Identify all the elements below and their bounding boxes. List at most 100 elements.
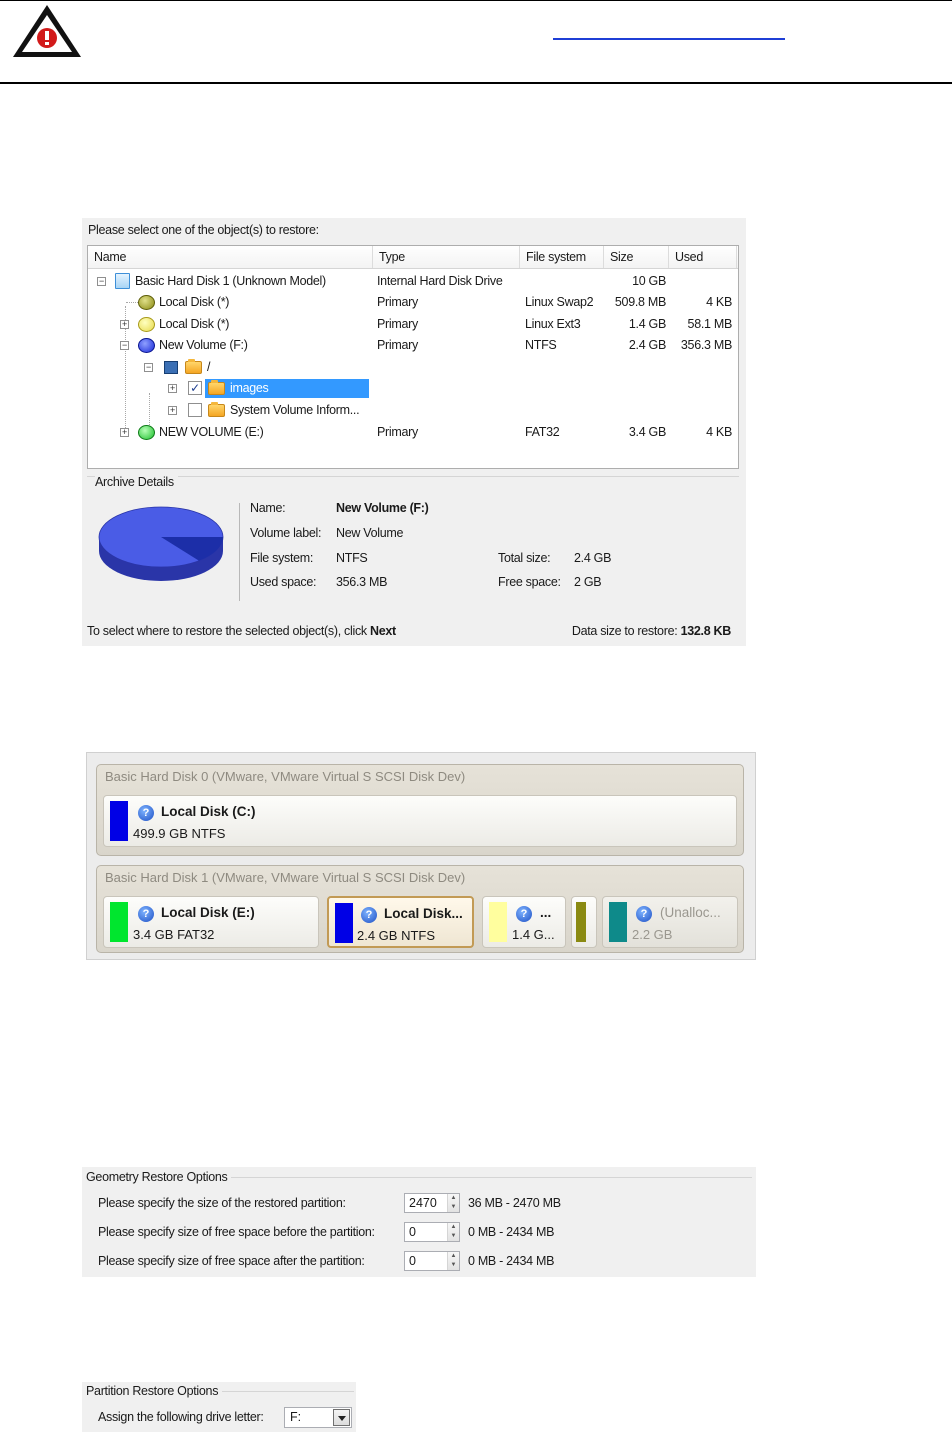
free-after-label: Please specify size of free space after … <box>98 1254 365 1268</box>
column-name[interactable]: Name <box>88 246 373 268</box>
partition-color-bar <box>609 902 627 942</box>
expand-toggle[interactable]: + <box>120 428 129 437</box>
spin-arrows-icon[interactable]: ▲ ▼ <box>447 1252 459 1270</box>
row-size: 509.8 MB <box>614 295 666 309</box>
hyperlink-underline[interactable] <box>553 38 785 40</box>
file-system-value: NTFS <box>336 551 368 565</box>
name-value: New Volume (F:) <box>336 501 429 515</box>
disk-0-group: Basic Hard Disk 0 (VMware, VMware Virtua… <box>96 764 744 856</box>
spin-arrows-icon[interactable]: ▲ ▼ <box>447 1194 459 1212</box>
fat32-volume-icon <box>138 425 155 440</box>
partition-tile-ext3[interactable]: ? ... 1.4 G... <box>482 896 566 948</box>
question-mark-icon: ? <box>636 906 652 922</box>
folder-icon <box>185 359 202 374</box>
partition-tile-ntfs-selected[interactable]: ? Local Disk... 2.4 GB NTFS <box>327 896 474 948</box>
collapse-toggle[interactable]: − <box>120 341 129 350</box>
free-before-value: 0 <box>409 1225 416 1239</box>
restored-size-stepper[interactable]: 2470 ▲ ▼ <box>404 1193 460 1213</box>
restore-prompt: Please select one of the object(s) to re… <box>88 223 319 237</box>
partition-tile-unallocated[interactable]: ? (Unalloc... 2.2 GB <box>602 896 738 948</box>
restored-size-value: 2470 <box>409 1196 437 1210</box>
row-size: 2.4 GB <box>628 338 666 352</box>
images-checkbox[interactable]: ✓ <box>188 381 202 395</box>
tree-row-new-volume-f[interactable]: − New Volume (F:) Primary NTFS 2.4 GB 35… <box>88 335 738 356</box>
row-type: Primary <box>377 295 418 309</box>
tree-row-basic-hard-disk-1[interactable]: − Basic Hard Disk 1 (Unknown Model) Inte… <box>88 271 738 292</box>
expand-toggle[interactable]: + <box>120 320 129 329</box>
tree-row-system-volume-information[interactable]: + System Volume Inform... <box>88 400 738 421</box>
volume-label-label: Volume label: <box>250 526 322 540</box>
row-used: 58.1 MB <box>687 317 733 331</box>
partition-details: 499.9 GB NTFS <box>133 826 226 841</box>
partition-tile-swap[interactable] <box>571 896 597 948</box>
tree-row-local-disk-swap[interactable]: Local Disk (*) Primary Linux Swap2 509.8… <box>88 292 738 313</box>
used-space-value: 356.3 MB <box>336 575 388 589</box>
partition-name: ... <box>540 905 552 920</box>
details-separator <box>239 503 240 601</box>
collapse-toggle[interactable]: − <box>144 363 153 372</box>
row-type: Primary <box>377 425 418 439</box>
drive-letter-select[interactable]: F: <box>284 1407 352 1428</box>
tree-row-new-volume-e[interactable]: + NEW VOLUME (E:) Primary FAT32 3.4 GB 4… <box>88 422 738 443</box>
partition-tile-e[interactable]: ? Local Disk (E:) 3.4 GB FAT32 <box>103 896 319 948</box>
drive-letter-label: Assign the following drive letter: <box>98 1410 264 1424</box>
spin-arrows-icon[interactable]: ▲ ▼ <box>447 1223 459 1241</box>
row-name: images <box>230 381 269 395</box>
row-used: 356.3 MB <box>680 338 732 352</box>
row-file-system: Linux Swap2 <box>525 295 594 309</box>
partition-details: 1.4 G... <box>512 927 555 942</box>
partition-name: Local Disk (E:) <box>161 905 255 920</box>
tree-row-root-folder[interactable]: − / <box>88 357 738 378</box>
system-volume-checkbox[interactable] <box>188 403 202 417</box>
row-used: 4 KB <box>706 425 732 439</box>
column-size[interactable]: Size <box>604 246 669 268</box>
footer-hint-next: Next <box>370 624 396 638</box>
row-file-system: Linux Ext3 <box>525 317 581 331</box>
ntfs-volume-icon <box>138 338 155 353</box>
row-type: Primary <box>377 317 418 331</box>
partition-checkbox-icon[interactable] <box>164 361 178 374</box>
expand-toggle[interactable]: + <box>168 384 177 393</box>
free-after-range: 0 MB - 2434 MB <box>468 1254 555 1268</box>
total-size-value: 2.4 GB <box>574 551 612 565</box>
partition-color-bar <box>110 902 128 942</box>
column-type[interactable]: Type <box>373 246 520 268</box>
expand-toggle[interactable]: + <box>168 406 177 415</box>
column-file-system[interactable]: File system <box>520 246 604 268</box>
top-rule <box>0 0 952 1</box>
row-name: / <box>207 360 211 374</box>
free-before-range: 0 MB - 2434 MB <box>468 1225 555 1239</box>
question-mark-icon: ? <box>516 906 532 922</box>
free-before-label: Please specify size of free space before… <box>98 1225 375 1239</box>
geometry-options-title: Geometry Restore Options <box>86 1170 232 1184</box>
row-name: Basic Hard Disk 1 (Unknown Model) <box>135 274 326 288</box>
footer-hint: To select where to restore the selected … <box>87 624 371 638</box>
partition-color-bar <box>489 902 507 942</box>
free-before-stepper[interactable]: 0 ▲ ▼ <box>404 1222 460 1242</box>
hard-disk-icon <box>115 273 130 289</box>
partition-color-bar <box>335 903 353 943</box>
partition-name: (Unalloc... <box>660 905 721 920</box>
partition-name: Local Disk (C:) <box>161 804 256 819</box>
row-file-system: NTFS <box>525 338 557 352</box>
drive-letter-value: F: <box>290 1410 302 1424</box>
tree-row-local-disk-ext3[interactable]: + Local Disk (*) Primary Linux Ext3 1.4 … <box>88 314 738 335</box>
partition-details: 2.2 GB <box>632 927 673 942</box>
collapse-toggle[interactable]: − <box>97 277 106 286</box>
data-size-label: Data size to restore: <box>571 624 681 638</box>
partition-tile-c[interactable]: ? Local Disk (C:) 499.9 GB NTFS <box>103 795 737 847</box>
name-label: Name: <box>250 501 286 515</box>
tree-row-images[interactable]: + ✓ images <box>88 378 738 399</box>
free-after-stepper[interactable]: 0 ▲ ▼ <box>404 1251 460 1271</box>
free-after-value: 0 <box>409 1254 416 1268</box>
question-mark-icon: ? <box>138 805 154 821</box>
free-space-label: Free space: <box>498 575 561 589</box>
restore-footer: To select where to restore the selected … <box>87 624 739 638</box>
disk-1-title: Basic Hard Disk 1 (VMware, VMware Virtua… <box>105 870 466 885</box>
warning-triangle-icon <box>13 5 81 57</box>
row-type: Internal Hard Disk Drive <box>377 274 503 288</box>
ext3-volume-icon <box>138 317 155 332</box>
chevron-down-icon[interactable] <box>333 1409 350 1426</box>
column-used[interactable]: Used <box>669 246 737 268</box>
object-tree[interactable]: Name Type File system Size Used − Basic … <box>87 245 739 469</box>
